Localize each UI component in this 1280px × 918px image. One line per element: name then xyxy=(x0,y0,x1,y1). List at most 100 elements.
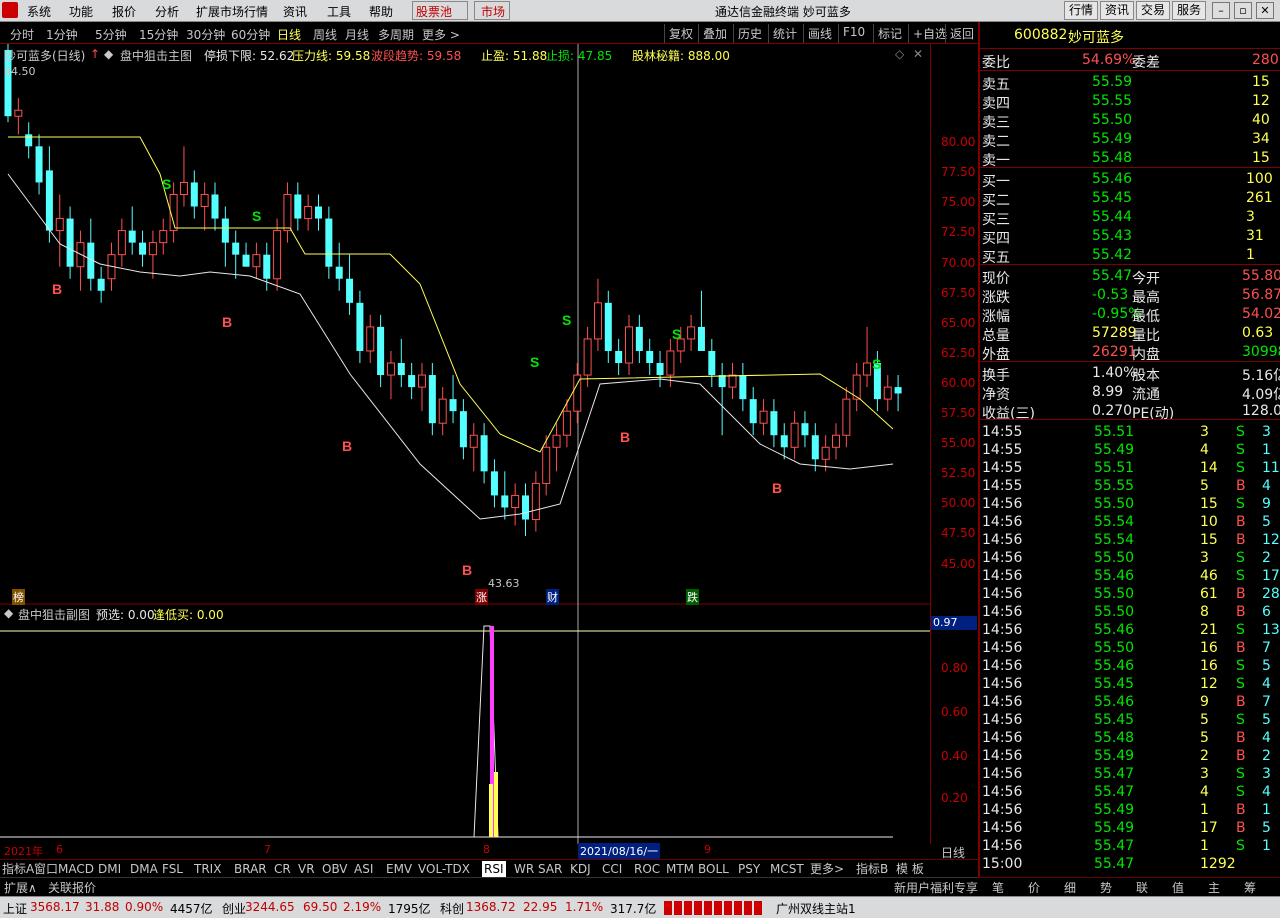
candle-body[interactable] xyxy=(45,170,53,231)
tick-row[interactable]: 14:56 55.47 3 S 3 xyxy=(980,765,1280,784)
candle-body[interactable] xyxy=(552,434,561,448)
candle-body[interactable] xyxy=(832,434,840,448)
candle-body[interactable] xyxy=(55,218,64,232)
candle-body[interactable] xyxy=(325,218,333,267)
restore-icon[interactable]: ▫ xyxy=(1234,2,1252,19)
candle-body[interactable] xyxy=(148,242,157,256)
tf-daily[interactable]: 日线 xyxy=(277,26,301,43)
candle-body[interactable] xyxy=(386,362,395,376)
candle-body[interactable] xyxy=(117,230,126,256)
candle-body[interactable] xyxy=(356,302,364,351)
stat-row[interactable]: 总量 57289 量比 0.63 xyxy=(980,324,1280,344)
tick-row[interactable]: 14:56 55.45 5 S 5 xyxy=(980,711,1280,730)
marker-rank[interactable]: 榜 xyxy=(12,589,25,605)
sub-indicator-name[interactable]: 盘中狙击副图 xyxy=(18,606,90,623)
candle-body[interactable] xyxy=(200,193,209,208)
candle-body[interactable] xyxy=(397,363,405,376)
candle-body[interactable] xyxy=(66,218,74,267)
candle-body[interactable] xyxy=(35,146,43,183)
marker-up[interactable]: 涨 xyxy=(475,589,488,605)
indicator-tab[interactable]: 窗口 xyxy=(34,861,58,877)
indicator-tab[interactable]: BOLL xyxy=(698,861,729,877)
candle-body[interactable] xyxy=(97,278,105,291)
candle-body[interactable] xyxy=(377,326,385,376)
tick-row[interactable]: 14:56 55.45 12 S 4 xyxy=(980,675,1280,694)
tick-row[interactable]: 14:55 55.51 14 S 11 xyxy=(980,459,1280,478)
ask-row[interactable]: 卖一 55.48 15 xyxy=(980,149,1280,169)
stat2-row[interactable]: 净资 8.99 流通 4.09亿 xyxy=(980,383,1280,403)
candle-body[interactable] xyxy=(449,399,457,412)
marker-down[interactable]: 跌 xyxy=(686,589,699,605)
menu-help[interactable]: 帮助 xyxy=(369,3,393,20)
indicator-tab[interactable]: CR xyxy=(274,861,291,877)
candle-body[interactable] xyxy=(625,326,633,364)
indicator-tab[interactable]: MCST xyxy=(770,861,804,877)
indicator-tab[interactable]: TRIX xyxy=(194,861,221,877)
stat-row[interactable]: 涨跌 -0.53 最高 56.87 xyxy=(980,286,1280,306)
tf-60m[interactable]: 60分钟 xyxy=(231,26,270,43)
candle-body[interactable] xyxy=(346,278,354,303)
candle-body[interactable] xyxy=(718,375,726,388)
indicator-tab[interactable]: MTM xyxy=(666,861,694,877)
quote-tab[interactable]: 势 xyxy=(1100,879,1112,896)
candle-body[interactable] xyxy=(583,338,592,376)
quote-tab[interactable]: 价 xyxy=(1028,879,1040,896)
indicator-tab[interactable]: 模 板 xyxy=(896,861,924,877)
candle-body[interactable] xyxy=(366,326,375,352)
indicator-tab[interactable]: PSY xyxy=(738,861,760,877)
indicator-tab[interactable]: RSI xyxy=(482,861,506,877)
candle-body[interactable] xyxy=(604,302,612,351)
candle-body[interactable] xyxy=(749,399,757,424)
tick-row[interactable]: 14:55 55.49 4 S 1 xyxy=(980,441,1280,460)
indicator-tab[interactable]: 指标B xyxy=(856,861,888,877)
candle-body[interactable] xyxy=(25,134,33,147)
candle-body[interactable] xyxy=(242,254,250,267)
menu-analysis[interactable]: 分析 xyxy=(155,3,179,20)
tick-row[interactable]: 14:56 55.49 2 B 2 xyxy=(980,747,1280,766)
menu-ext-market[interactable]: 扩展市场行情 xyxy=(196,3,268,20)
bid-row[interactable]: 买五 55.42 1 xyxy=(980,246,1280,266)
candle-body[interactable] xyxy=(283,193,292,232)
candle-body[interactable] xyxy=(842,398,851,436)
tf-more[interactable]: 更多 > xyxy=(422,26,460,43)
tick-row[interactable]: 15:00 55.47 1292 xyxy=(980,855,1280,874)
quote-tab[interactable]: 笔 xyxy=(992,879,1004,896)
tick-row[interactable]: 14:56 55.50 16 B 7 xyxy=(980,639,1280,658)
candle-body[interactable] xyxy=(179,181,188,195)
candle-body[interactable] xyxy=(708,350,716,376)
tf-intraday[interactable]: 分时 xyxy=(10,26,34,43)
candle-body[interactable] xyxy=(501,495,509,508)
tf-15m[interactable]: 15分钟 xyxy=(139,26,178,43)
tick-row[interactable]: 14:56 55.46 46 S 17 xyxy=(980,567,1280,586)
stat-row[interactable]: 外盘26291内盘30998 xyxy=(980,343,1280,363)
tf-5m[interactable]: 5分钟 xyxy=(95,26,127,43)
btn-history[interactable]: 历史 xyxy=(733,24,766,43)
tick-row[interactable]: 14:55 55.55 5 B 4 xyxy=(980,477,1280,496)
indicator-tab[interactable]: VR xyxy=(298,861,315,877)
candle-body[interactable] xyxy=(687,326,696,340)
indicator-tab[interactable]: MACD xyxy=(58,861,94,877)
tf-multi[interactable]: 多周期 xyxy=(378,26,414,43)
candle-body[interactable] xyxy=(14,109,23,117)
close-panel-icon[interactable]: ✕ xyxy=(913,47,923,61)
btn-f10[interactable]: F10 xyxy=(838,24,869,43)
candle-body[interactable] xyxy=(821,446,830,460)
menu-tools[interactable]: 工具 xyxy=(327,3,351,20)
quote-tab[interactable]: 主 xyxy=(1208,879,1220,896)
candle-body[interactable] xyxy=(697,326,705,351)
server-name[interactable]: 广州双线主站1 xyxy=(776,900,856,917)
btn-draw[interactable]: 画线 xyxy=(803,24,836,43)
indicator-tab[interactable]: > xyxy=(834,861,844,877)
candle-body[interactable] xyxy=(883,386,892,400)
indicator-tab[interactable]: BRAR xyxy=(234,861,267,877)
stat-row[interactable]: 涨幅 -0.95% 最低 54.02 xyxy=(980,305,1280,325)
candle-body[interactable] xyxy=(232,242,240,255)
candle-body[interactable] xyxy=(790,422,799,448)
candle-body[interactable] xyxy=(315,206,322,219)
candle-body[interactable] xyxy=(428,375,436,424)
tick-row[interactable]: 14:56 55.50 8 B 6 xyxy=(980,603,1280,622)
candle-body[interactable] xyxy=(531,482,540,521)
candle-body[interactable] xyxy=(273,230,282,280)
tf-weekly[interactable]: 周线 xyxy=(313,26,337,43)
marker-finance[interactable]: 财 xyxy=(546,589,559,605)
